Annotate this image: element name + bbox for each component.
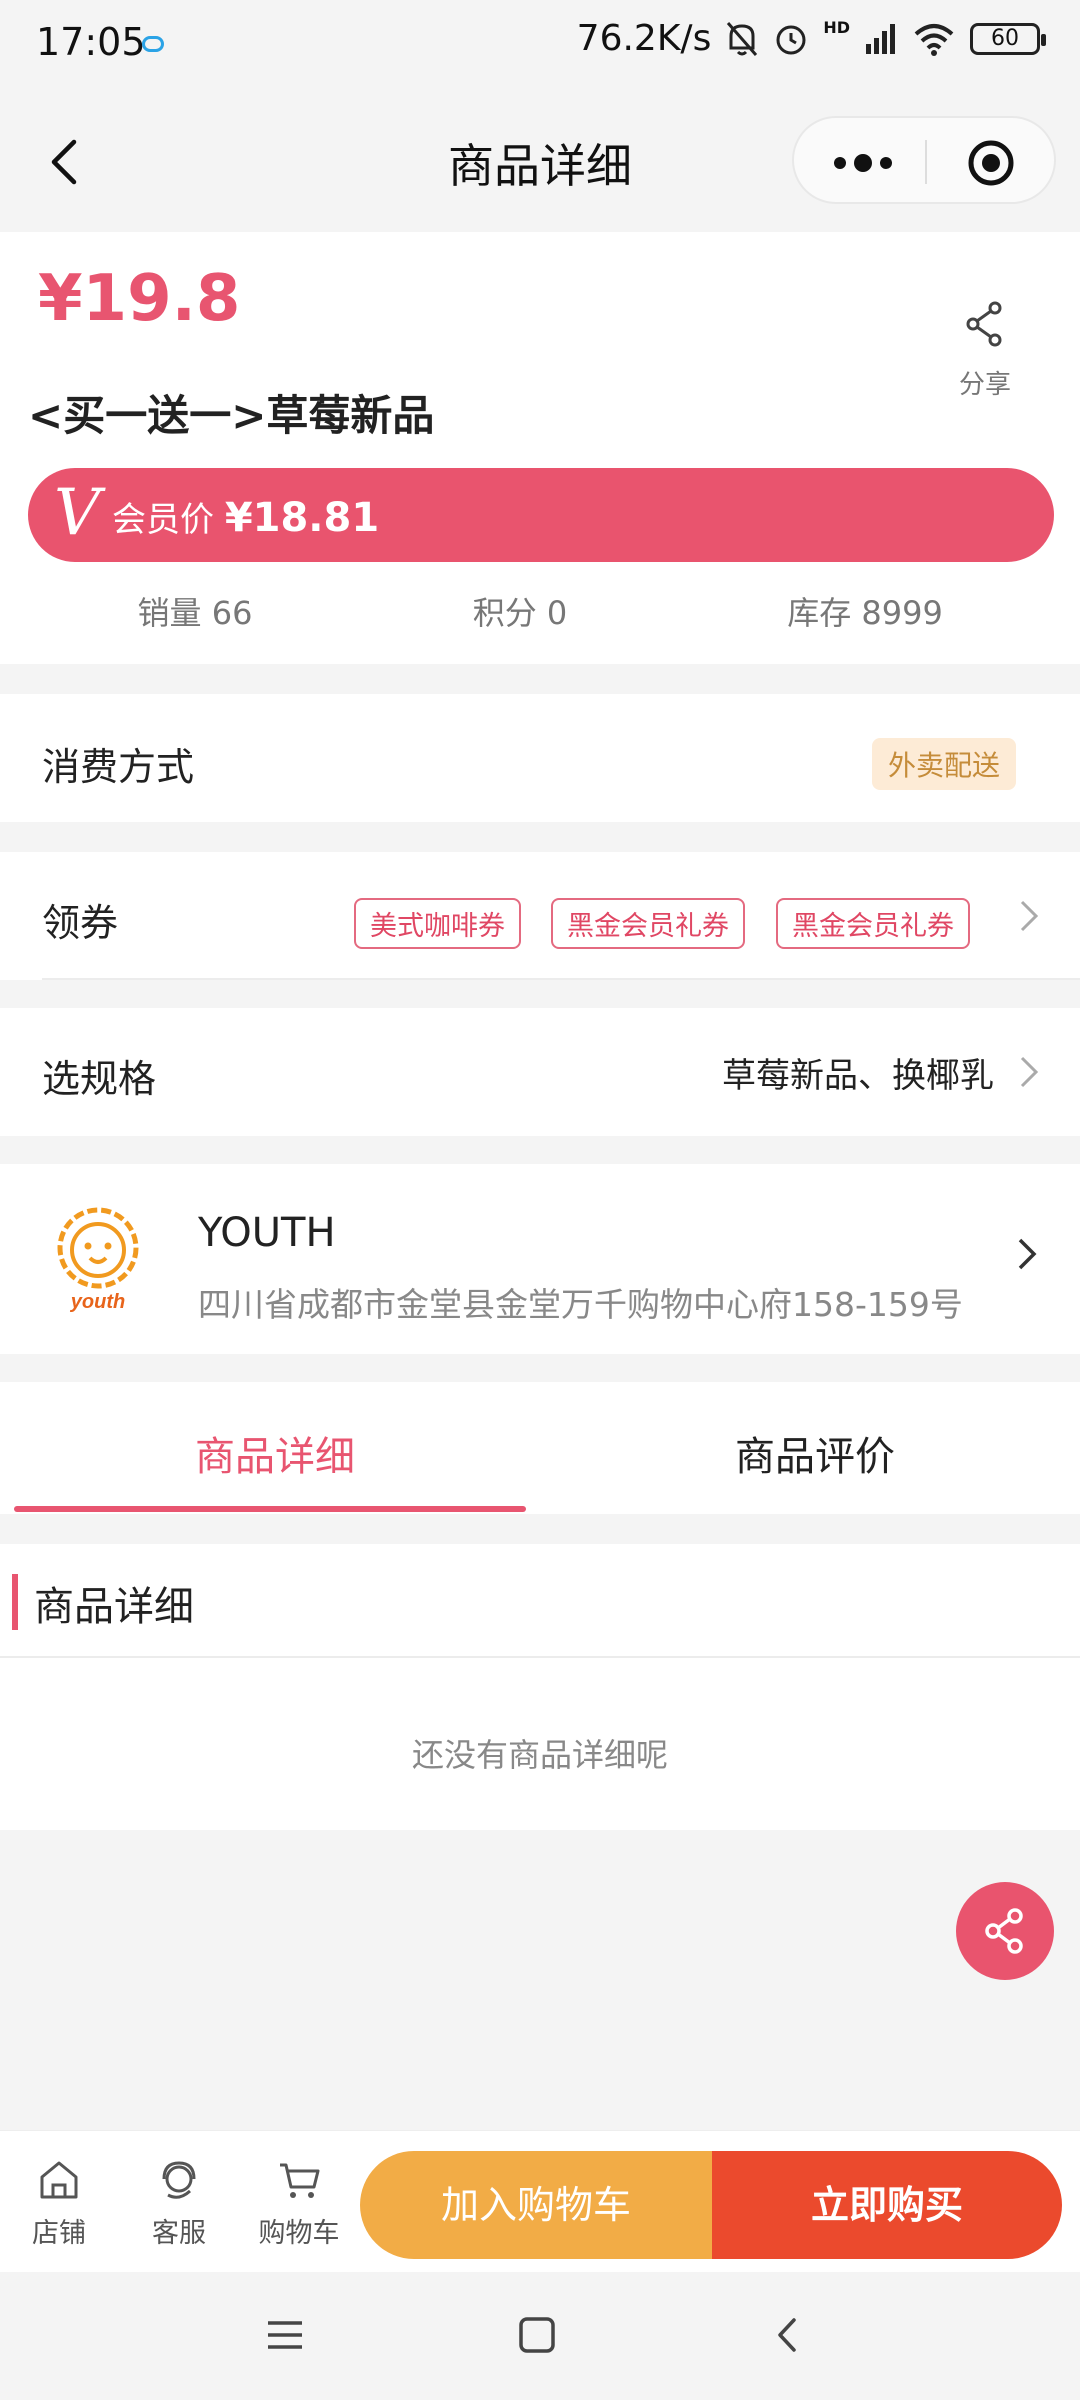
buy-now-button[interactable]: 立即购买 <box>712 2151 1062 2259</box>
product-price: ¥19.8 <box>38 262 241 336</box>
section-accent-bar <box>12 1574 18 1630</box>
more-icon[interactable] <box>828 148 898 178</box>
row-divider <box>42 978 1080 980</box>
coupon-row[interactable]: 领券 美式咖啡券 黑金会员礼券 黑金会员礼券 <box>0 852 1080 980</box>
consumption-row: 消费方式 外卖配送 <box>0 694 1080 822</box>
nav-bar: 商品详细 <box>0 92 1080 232</box>
chevron-right-icon <box>1018 1238 1037 1270</box>
cart-icon <box>280 2163 320 2198</box>
spec-row[interactable]: 选规格 草莓新品、换椰乳 <box>0 1008 1080 1136</box>
wifi-icon <box>914 23 954 56</box>
tab-product-details[interactable]: 商品详细 <box>195 1424 355 1482</box>
cart-tab-label: 购物车 <box>258 2218 340 2249</box>
product-header: ¥19.8 分享 <买一送一>草莓新品 V 会员价 ¥18.81 销量 66 积… <box>0 232 1080 664</box>
bottom-action-bar: 店铺 客服 购物车 加入购物车 立即购买 <box>0 2130 1080 2272</box>
back-arrow-icon[interactable] <box>38 132 98 192</box>
notification-icon <box>142 36 164 52</box>
consumption-label: 消费方式 <box>42 745 195 789</box>
spec-value: 草莓新品、换椰乳 <box>722 1056 994 1096</box>
network-speed: 76.2K/s <box>576 18 712 59</box>
chevron-right-icon <box>1020 900 1039 932</box>
product-stats: 销量 66 积分 0 库存 8999 <box>0 588 1080 634</box>
capsule-divider <box>925 140 927 184</box>
detail-divider <box>0 1656 1080 1658</box>
add-to-cart-button[interactable]: 加入购物车 <box>360 2151 712 2259</box>
menu-icon[interactable] <box>260 2310 310 2360</box>
active-tab-indicator <box>14 1506 526 1512</box>
spec-label: 选规格 <box>42 1057 157 1101</box>
sales-count: 销量 66 <box>137 594 253 632</box>
vip-badge: V <box>54 476 101 550</box>
coupon-tag[interactable]: 美式咖啡券 <box>354 898 521 949</box>
share-icon <box>966 301 1002 347</box>
cart-tab-button[interactable]: 购物车 <box>254 2157 344 2250</box>
store-name: YOUTH <box>198 1210 336 1256</box>
stock-count: 库存 8999 <box>787 594 943 632</box>
floating-share-button[interactable] <box>956 1882 1054 1980</box>
store-tab-button[interactable]: 店铺 <box>14 2157 104 2250</box>
share-icon <box>985 1908 1023 1954</box>
vip-label: 会员价 <box>112 500 214 540</box>
store-row[interactable]: youth YOUTH 四川省成都市金堂县金堂万千购物中心府158-159号 <box>0 1164 1080 1354</box>
alarm-icon <box>776 25 806 54</box>
coupon-tag[interactable]: 黑金会员礼券 <box>551 898 745 949</box>
network-type: HD <box>823 18 850 37</box>
detail-empty-text: 还没有商品详细呢 <box>411 1736 668 1774</box>
tab-product-reviews[interactable]: 商品评价 <box>735 1424 895 1482</box>
miniprogram-capsule <box>792 116 1056 204</box>
vip-price: ¥18.81 <box>224 495 380 541</box>
coupon-label: 领券 <box>42 901 119 945</box>
store-logo-text: youth <box>70 1291 125 1313</box>
mute-bell-icon <box>727 21 758 56</box>
store-address: 四川省成都市金堂县金堂万千购物中心府158-159号 <box>198 1285 963 1324</box>
vip-price-text: 会员价 ¥18.81 <box>112 492 379 541</box>
store-icon <box>40 2161 78 2199</box>
chevron-right-icon <box>1020 1056 1039 1088</box>
vip-price-bar: V 会员价 ¥18.81 <box>28 468 1054 562</box>
coupon-tag[interactable]: 黑金会员礼券 <box>776 898 970 949</box>
status-bar: 17:05 76.2K/s HD 60 <box>0 0 1080 92</box>
battery-icon: 60 <box>970 22 1046 55</box>
points-count: 积分 0 <box>472 594 568 632</box>
service-tab-label: 客服 <box>152 2218 206 2249</box>
detail-section: 商品详细 还没有商品详细呢 <box>0 1544 1080 1830</box>
service-tab-button[interactable]: 客服 <box>134 2157 224 2250</box>
detail-heading: 商品详细 <box>34 1584 194 1630</box>
store-tab-label: 店铺 <box>32 2218 86 2249</box>
detail-tabs: 商品详细 商品评价 <box>0 1382 1080 1514</box>
share-label: 分享 <box>958 370 1011 400</box>
back-icon[interactable] <box>764 2310 814 2360</box>
product-title: <买一送一>草莓新品 <box>28 391 435 440</box>
signal-icon <box>866 23 895 54</box>
close-miniprogram-icon[interactable] <box>966 138 1016 188</box>
status-time: 17:05 <box>36 20 146 64</box>
delivery-tag[interactable]: 外卖配送 <box>872 738 1017 790</box>
share-button[interactable]: 分享 <box>950 298 1020 418</box>
system-navigation-bar <box>0 2272 1080 2400</box>
store-logo-lion-icon: youth <box>57 1207 139 1313</box>
home-icon[interactable] <box>512 2310 562 2360</box>
status-right: 76.2K/s HD 60 <box>576 18 1046 59</box>
customer-service-icon <box>162 2161 196 2199</box>
